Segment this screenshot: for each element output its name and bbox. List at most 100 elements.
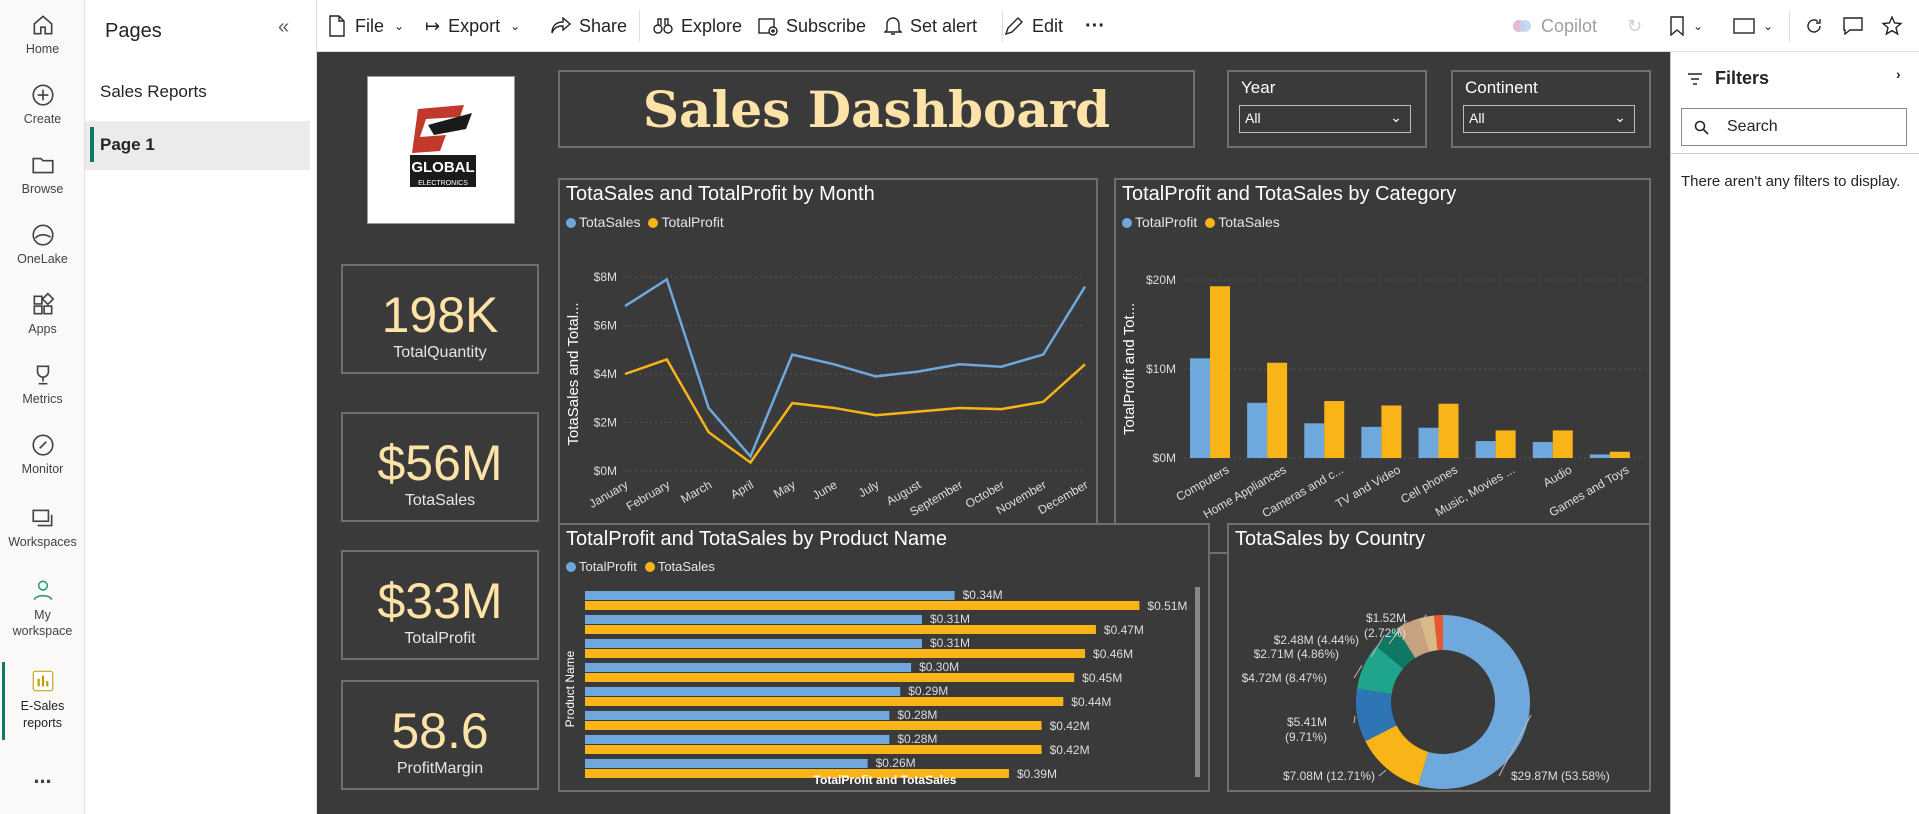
data-label: $0.28M (897, 708, 937, 722)
bookmark-menu[interactable]: ⌄ (1669, 0, 1703, 52)
set-alert-button[interactable]: Set alert (884, 0, 977, 52)
collapse-filters-icon[interactable]: › (1896, 66, 1901, 82)
bar-TotalProfit (585, 687, 901, 696)
x-tick-label: Audio (1541, 462, 1575, 490)
slice-label: $29.87M (53.58%) (1511, 769, 1610, 783)
rail-my-workspace[interactable]: My workspace (0, 577, 85, 639)
toolbar-divider (639, 10, 640, 42)
filters-search-input[interactable]: Search (1681, 108, 1907, 146)
rail-more-button[interactable]: ... (0, 763, 85, 789)
file-menu[interactable]: File ⌄ (327, 0, 404, 52)
comment-button[interactable] (1843, 0, 1871, 52)
rail-create[interactable]: Create (0, 82, 85, 126)
set-alert-label: Set alert (910, 15, 978, 36)
export-menu[interactable]: ↦ Export ⌄ (425, 0, 520, 52)
rail-metrics-label: Metrics (22, 392, 63, 406)
explore-button[interactable]: Explore (653, 0, 742, 52)
dashboard-title-box: Sales Dashboard (558, 70, 1195, 148)
x-tick-label: January (587, 477, 631, 510)
series-line-TotalProfit (624, 357, 1086, 465)
logo-subtext: ELECTRONICS (418, 180, 468, 187)
view-icon (1733, 18, 1755, 34)
kpi-label: TotalProfit (404, 630, 476, 647)
rail-apps[interactable]: Apps (0, 292, 85, 336)
view-menu[interactable]: ⌄ (1733, 0, 1773, 52)
chart-legend: TotalProfit TotaSales (1122, 214, 1280, 230)
data-label: $0.29M (908, 684, 948, 698)
slice-label: $4.72M (8.47%) (1242, 671, 1327, 685)
bar-TotaSales (585, 625, 1096, 634)
data-label: $0.28M (897, 732, 937, 746)
share-button[interactable]: Share (551, 0, 627, 52)
rail-workspaces[interactable]: Workspaces (0, 505, 85, 549)
rail-browse-label: Browse (21, 182, 64, 196)
y-tick-label: $0M (594, 464, 617, 478)
kpi-card-total-sales[interactable]: $56M TotaSales (341, 412, 539, 522)
legend-item: TotalProfit (1122, 214, 1197, 230)
bar-TotalProfit (1532, 441, 1553, 458)
product-chart-plot: $0.34M $0.51M $0.31M $0.47M $0.31M $0.46M $0.3… (563, 587, 1200, 787)
continent-dropdown[interactable]: All ⌄ (1463, 105, 1635, 133)
category-bar-chart[interactable]: TotalProfit and TotaSales by Category To… (1114, 178, 1651, 554)
toolbar-divider (1789, 10, 1790, 42)
x-tick-label: July (856, 477, 881, 500)
rail-metrics[interactable]: Metrics (0, 362, 85, 406)
x-tick-label: March (678, 477, 714, 506)
y-axis-title: TotalProfit and Tot... (1121, 303, 1138, 435)
data-label: $0.31M (930, 636, 970, 650)
rail-home[interactable]: Home (0, 12, 85, 56)
report-icon (32, 670, 53, 692)
y-tick-label: $10M (1146, 362, 1176, 376)
more-options-button[interactable]: ··· (1085, 0, 1105, 52)
data-label: $0.42M (1050, 719, 1090, 733)
chart-title: TotaSales and TotalProfit by Month (566, 183, 875, 205)
legend-item: TotaSales (1205, 214, 1280, 230)
bell-icon (884, 17, 902, 35)
share-label: Share (579, 15, 628, 36)
page-item-page-1[interactable]: Page 1 (85, 121, 310, 170)
country-donut-chart[interactable]: TotaSales by Country $29.87M (53.58%) $7.… (1227, 523, 1651, 792)
month-line-chart[interactable]: TotaSales and TotalProfit by Month TotaS… (558, 178, 1098, 554)
chart-title: TotalProfit and TotaSales by Product Nam… (566, 528, 947, 550)
refresh-icon (1807, 19, 1821, 33)
favorite-button[interactable] (1882, 0, 1910, 52)
data-label: $0.34M (963, 588, 1003, 602)
search-icon (1694, 120, 1709, 135)
chevron-down-icon: ⌄ (1763, 19, 1774, 33)
collapse-pages-icon[interactable]: « (278, 16, 289, 39)
data-label: $0.44M (1071, 695, 1111, 709)
rail-browse[interactable]: Browse (0, 152, 85, 196)
rail-onelake[interactable]: OneLake (0, 222, 85, 266)
bar-TotalProfit (585, 615, 922, 624)
chevron-down-icon: ⌄ (1693, 19, 1704, 33)
kpi-card-total-profit[interactable]: $33M TotalProfit (341, 550, 539, 660)
bar-TotaSales (585, 649, 1086, 658)
bar-TotalProfit (585, 759, 868, 768)
subscribe-button[interactable]: Subscribe (758, 0, 866, 52)
kpi-card-profit-margin[interactable]: 58.6 ProfitMargin (341, 680, 539, 790)
slice-label: $1.52M (1366, 611, 1406, 625)
logo-text: GLOBAL (411, 159, 474, 176)
kpi-card-total-quantity[interactable]: 198K TotalQuantity (341, 264, 539, 374)
product-bar-chart[interactable]: TotalProfit and TotaSales by Product Nam… (558, 523, 1210, 792)
category-chart-plot: $0M$10M$20MComputersHome AppliancesCamer… (1121, 273, 1641, 541)
rail-e-sales-reports[interactable]: E-Sales reports (0, 668, 85, 732)
onelake-icon (31, 224, 54, 246)
slice-label: $5.41M (1287, 715, 1327, 729)
report-canvas: GLOBAL ELECTRONICS Sales Dashboard Year … (317, 52, 1670, 814)
year-dropdown[interactable]: All ⌄ (1239, 105, 1411, 133)
filters-pane: Filters › Search There aren't any filter… (1670, 52, 1919, 814)
edit-button[interactable]: Edit (1004, 0, 1063, 52)
rail-my-workspace-label: My workspace (12, 608, 73, 638)
refresh-visuals-icon[interactable]: ↻ (1627, 0, 1642, 52)
page-item-sales-reports[interactable]: Sales Reports (100, 82, 207, 102)
copilot-button[interactable]: Copilot (1511, 0, 1597, 52)
legend-item: TotalProfit (648, 214, 724, 230)
x-tick-label: June (810, 477, 840, 502)
bar-TotaSales (1381, 405, 1402, 458)
chevron-down-icon: ⌄ (1390, 109, 1402, 125)
refresh-button[interactable] (1805, 0, 1831, 52)
x-tick-label: April (728, 477, 756, 501)
company-logo: GLOBAL ELECTRONICS (367, 76, 515, 224)
rail-monitor[interactable]: Monitor (0, 432, 85, 476)
